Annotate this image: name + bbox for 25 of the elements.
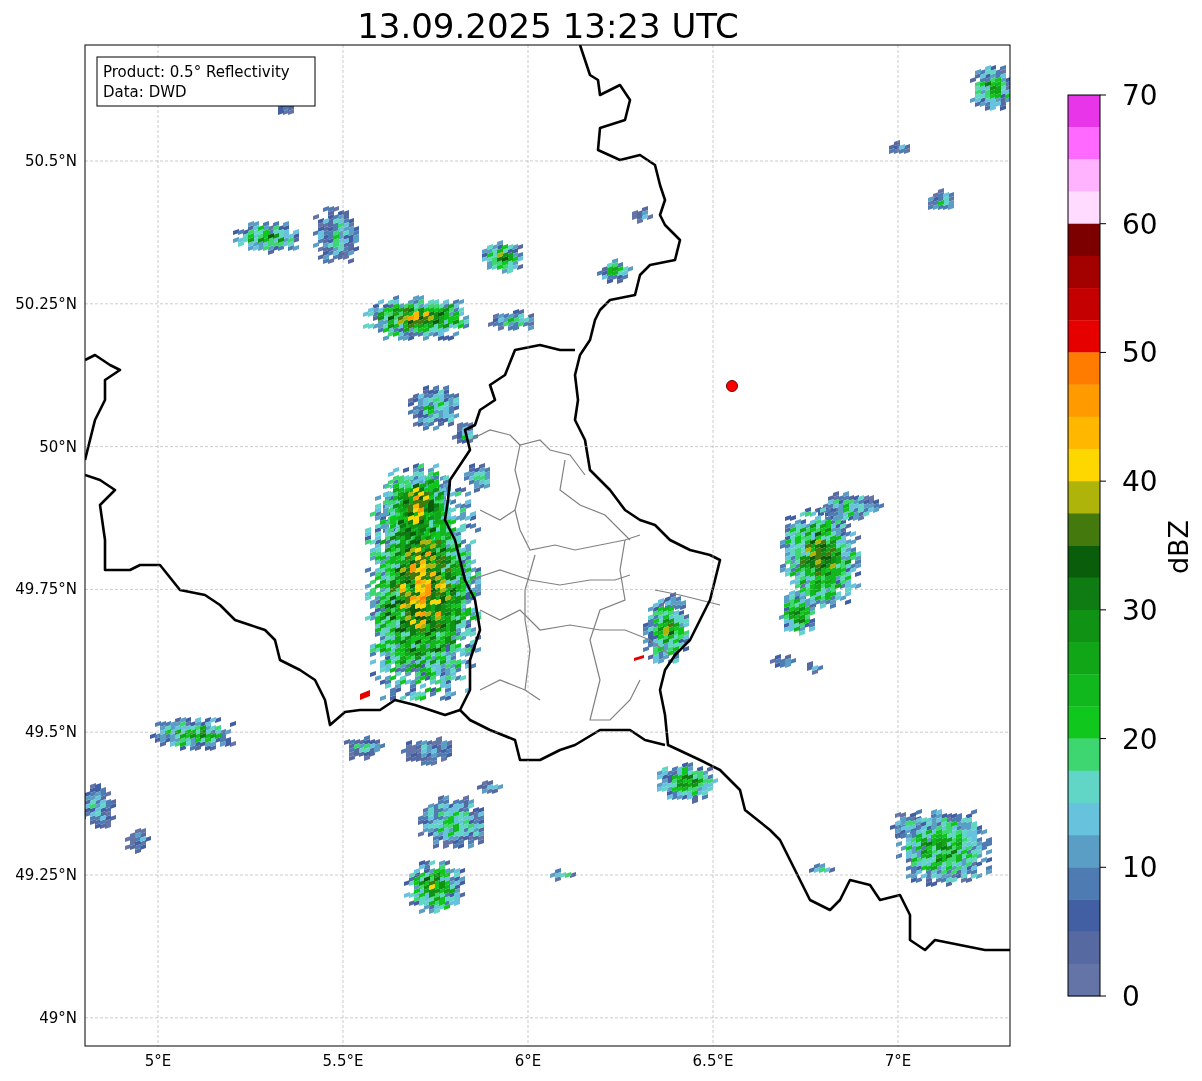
colorbar-tick-label: 60 <box>1122 207 1158 241</box>
axis-tick-label: 6.5°E <box>692 1052 734 1070</box>
colorbar-tick-label: 70 <box>1122 79 1158 112</box>
axis-tick-label: 5°E <box>144 1052 172 1070</box>
axis-tick-label: 49.25°N <box>15 866 77 884</box>
legend-text: Data: DWD <box>103 83 187 101</box>
location-marker <box>726 380 738 392</box>
colorbar-tick-label: 20 <box>1122 722 1158 756</box>
colorbar-tick-label: 50 <box>1122 336 1158 370</box>
axis-tick-label: 50°N <box>39 437 77 456</box>
axis-tick-label: 49.5°N <box>24 723 77 742</box>
colorbar-tick-label: 40 <box>1122 465 1158 499</box>
axis-tick-label: 6°E <box>514 1052 542 1070</box>
colorbar-tick-label: 10 <box>1122 851 1158 885</box>
axis-tick-label: 5.5°E <box>322 1052 364 1070</box>
axis-tick-label: 49°N <box>39 1008 77 1027</box>
axis-tick-label: 50.5°N <box>24 152 77 170</box>
colorbar-tick-label: 30 <box>1122 593 1158 627</box>
axis-tick-label: 7°E <box>884 1052 912 1070</box>
colorbar-label: dBZ <box>1163 519 1194 575</box>
colorbar-tick-label: 0 <box>1122 980 1140 1013</box>
axis-tick-label: 49.75°N <box>15 580 77 599</box>
axis-tick-label: 50.25°N <box>15 294 77 313</box>
chart-title: 13.09.2025 13:23 UTC <box>357 6 739 46</box>
legend-text: Product: 0.5° Reflectivity <box>103 63 290 81</box>
